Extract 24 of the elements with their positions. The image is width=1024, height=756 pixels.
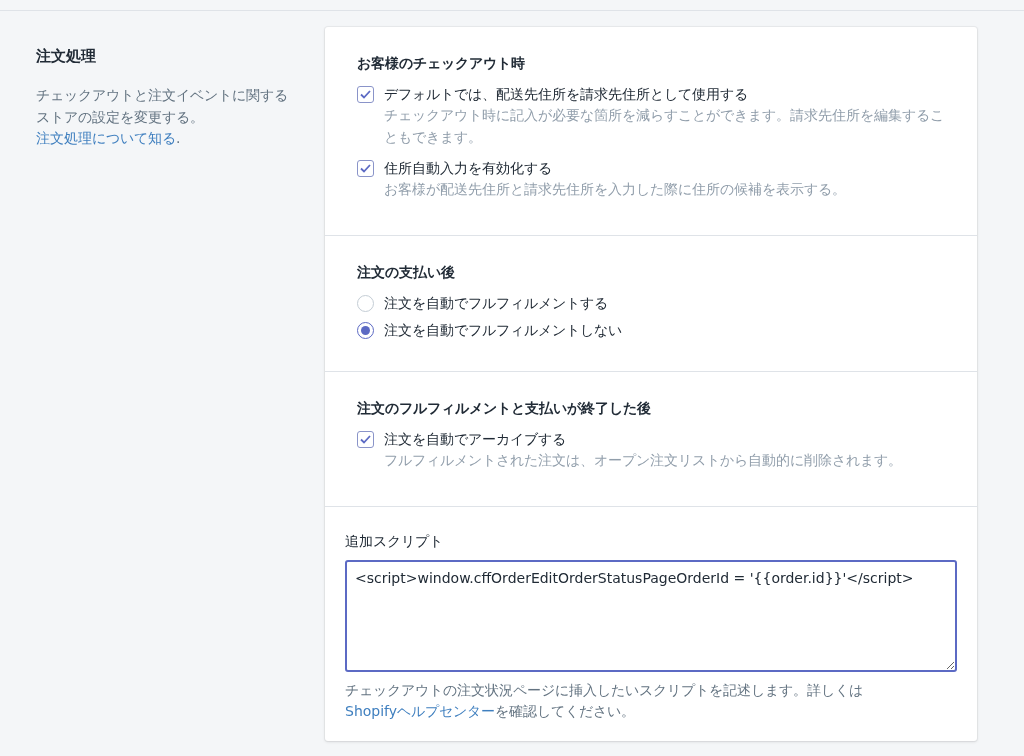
option-label: 住所自動入力を有効化する bbox=[384, 159, 553, 179]
field-help-text: チェックアウトの注文状況ページに挿入したいスクリプトを記述します。詳しくは Shopifyヘルプセンターを確認してください。 bbox=[345, 680, 864, 722]
group-heading: 注文の支払い後 bbox=[357, 263, 456, 283]
checkbox[interactable] bbox=[357, 86, 374, 103]
learn-more-link[interactable]: 注文処理について知る bbox=[36, 130, 176, 147]
option-help-text: チェックアウト時に記入が必要な箇所を減らすことができます。請求先住所を編集することもできます。 bbox=[384, 106, 945, 147]
group-heading: 注文のフルフィルメントと支払いが終了した後 bbox=[357, 399, 652, 419]
script-textarea[interactable]: <script>window.cffOrderEditOrderStatusPageOrderId = '{{order.id}}'</script> bbox=[345, 559, 957, 672]
option-label: 注文を自動でフルフィルメントする bbox=[384, 294, 608, 314]
option-help-text: フルフィルメントされた注文は、オープン注文リストから自動的に削除されます。 bbox=[384, 451, 902, 471]
check-icon bbox=[360, 435, 371, 445]
help-center-link[interactable]: Shopifyヘルプセンター bbox=[345, 703, 496, 720]
checkbox[interactable] bbox=[357, 160, 374, 178]
option-label: 注文を自動でフルフィルメントしない bbox=[384, 321, 622, 341]
option-label: 注文を自動でアーカイブする bbox=[384, 430, 567, 450]
group-heading: お客様のチェックアウト時 bbox=[357, 54, 526, 73]
checkbox[interactable] bbox=[357, 431, 374, 449]
check-icon bbox=[360, 90, 371, 99]
section-description: チェックアウトと注文イベントに関するストアの設定を変更する。 注文処理について知る. bbox=[36, 86, 289, 149]
field-label: 追加スクリプト bbox=[345, 531, 444, 551]
option-help-text: お客様が配送先住所と請求先住所を入力した際に住所の候補を表示する。 bbox=[384, 180, 846, 200]
check-icon bbox=[360, 164, 371, 174]
section-title: 注文処理 bbox=[36, 47, 97, 65]
option-label: デフォルトでは、配送先住所を請求先住所として使用する bbox=[384, 85, 749, 104]
